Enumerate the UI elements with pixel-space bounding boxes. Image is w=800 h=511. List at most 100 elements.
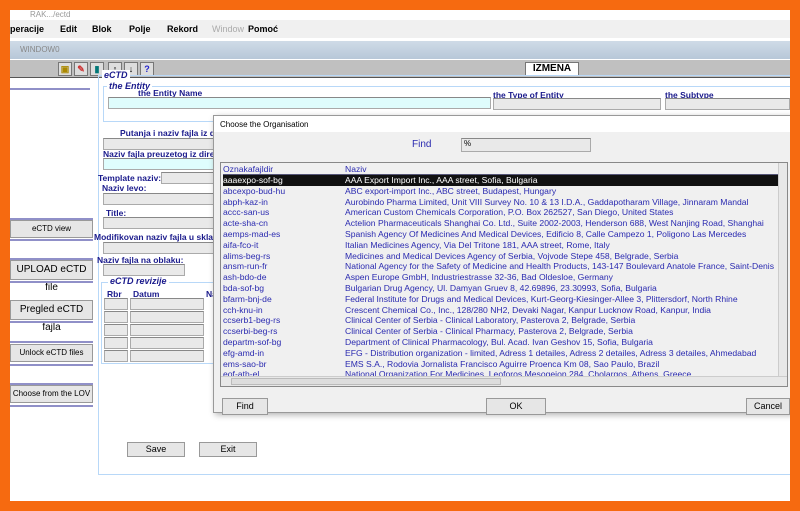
ok-button[interactable]: OK [486,398,546,415]
scroll-thumb[interactable] [231,378,501,385]
rev-cell[interactable] [130,298,204,310]
vertical-scrollbar[interactable] [778,163,787,376]
rev-cell[interactable] [104,350,128,362]
rev-cell[interactable] [104,298,128,310]
org-name: Clinical Center of Serbia - Clinical Lab… [345,315,636,326]
help-icon[interactable]: ? [140,62,154,76]
org-code: abcexpo-bud-hu [223,185,286,196]
list-header: Oznakafajldir Naziv [223,164,779,175]
find-button[interactable]: Find [222,398,268,415]
org-name: Actelion Pharmaceuticals Shanghai Co. Lt… [345,218,764,229]
org-name: Department of Clinical Pharmacology, Bul… [345,337,653,347]
list-item[interactable]: ccserb1-beg-rs Clinical Center of Serbia … [223,315,779,326]
list-item[interactable]: ems-sao-br EMS S.A., Rodovia Jornalista F… [223,359,779,370]
find-input[interactable]: % [461,138,591,152]
application-window: RAK.../ectd peracije Edit Blok Polje Rek… [10,10,790,501]
rev-cell[interactable] [104,337,128,349]
divider [10,281,93,283]
list-item[interactable]: aemps-mad-es Spanish Agency Of Medicines … [223,229,779,240]
list-item[interactable]: ccserbi-beg-rs Clinical Center of Serbia … [223,326,779,337]
save-button[interactable]: Save [127,442,185,457]
list-item[interactable]: bda-sof-bg Bulgarian Drug Agency, Ul. Dam… [223,283,779,294]
unlock-ectd-button[interactable]: Unlock eCTD files [10,344,93,362]
ectd-frame-title: eCTD [102,70,130,80]
list-item[interactable]: ansm-run-fr National Agency for the Safet… [223,261,779,272]
org-code: ccserbi-beg-rs [223,326,278,337]
list-item[interactable]: cch-knu-in Crescent Chemical Co., Inc., 1… [223,305,779,316]
org-name: American Custom Chemicals Corporation, P… [345,207,674,218]
org-code: alims-beg-rs [223,250,271,261]
org-name: EMS S.A., Rodovia Jornalista Francisco A… [345,358,660,369]
org-name: EFG - Distribution organization - limite… [345,347,757,358]
menu-window: Window [212,24,245,34]
org-name: ABC export-import Inc., ABC street, Buda… [345,185,557,196]
revizije-frame-title: eCTD revizije [108,276,169,286]
list-item[interactable]: bfarm-bnj-de Federal Institute for Drugs … [223,294,779,305]
list-item[interactable]: ash-bdo-de Aspen Europe GmbH, Industriest… [223,272,779,283]
menu-edit[interactable]: Edit [60,24,77,34]
column-header-code[interactable]: Oznakafajldir [223,164,273,174]
menu-operacije[interactable]: peracije [10,24,44,34]
exit-button[interactable]: Exit [199,442,257,457]
putanja-label: Putanja i naziv fajla iz d [120,128,215,138]
rev-cell[interactable] [130,311,204,323]
column-header-name[interactable]: Naziv [345,164,367,174]
rev-cell[interactable] [104,311,128,323]
list-item[interactable]: efg-amd-in EFG - Distribution organizatio… [223,348,779,359]
rev-cell[interactable] [104,324,128,336]
org-name: Aurobindo Pharma Limited, Unit VIII Surv… [345,196,749,207]
org-name: Clinical Center of Serbia - Clinical Pha… [345,326,633,337]
list-item[interactable]: abph-kaz-in Aurobindo Pharma Limited, Uni… [223,197,779,208]
window-title: RAK.../ectd [30,10,71,19]
menu-blok[interactable]: Blok [92,24,112,34]
org-name: National Agency for the Safety of Medici… [345,261,774,272]
horizontal-scrollbar[interactable] [221,376,787,386]
menu-pomoc[interactable]: Pomoć [248,24,278,34]
choose-lov-button[interactable]: Choose from the LOV [10,385,93,403]
org-name: AAA Export Import Inc., AAA street, Sofi… [345,175,538,185]
modifikovan-input[interactable] [103,242,223,254]
template-label: Template naziv: [98,173,162,183]
org-code: acte-sha-cn [223,218,268,229]
divider [10,239,93,241]
entity-name-input[interactable] [108,97,491,109]
list-item[interactable]: abcexpo-bud-hu ABC export-import Inc., AB… [223,186,779,197]
rev-cell[interactable] [130,337,204,349]
modifikovan-label: Modifikovan naziv fajla u sklad [94,232,219,242]
choose-organisation-dialog: Choose the Organisation Find % Oznakafaj… [213,115,790,415]
list-item[interactable]: departm-sof-bg Department of Clinical Pha… [223,337,779,348]
divider [10,88,90,90]
find-label: Find [412,139,432,150]
rev-cell[interactable] [130,350,204,362]
oblak-input[interactable] [103,264,185,276]
org-code: aemps-mad-es [223,229,281,239]
cancel-button[interactable]: Cancel [746,398,790,415]
org-code: ansm-run-fr [223,261,268,272]
list-item[interactable]: aaaexpo-sof-bg AAA Export Import Inc., AA… [223,175,779,186]
org-code: abph-kaz-in [223,196,268,207]
list-item[interactable]: alims-beg-rs Medicines and Medical Device… [223,251,779,262]
list-item[interactable]: aifa-fco-it Italian Medicines Agency, Via… [223,240,779,251]
org-code: ems-sao-br [223,358,267,369]
menu-polje[interactable]: Polje [129,24,151,34]
entity-subtype-input[interactable] [665,98,790,110]
save-icon[interactable]: ▣ [58,62,72,76]
title-input[interactable] [103,217,223,229]
mode-indicator: IZMENA [525,62,579,76]
pregled-ectd-button[interactable]: Pregled eCTD fajla [10,300,93,333]
naziv-levo-input[interactable] [103,193,223,205]
org-code: aifa-fco-it [223,239,259,250]
mdi-title: WINDOW0 [10,41,790,59]
ectd-view-button[interactable]: eCTD view [10,220,93,238]
list-item[interactable]: accc-san-us American Custom Chemicals Cor… [223,207,779,218]
entity-type-input[interactable] [493,98,661,110]
menu-rekord[interactable]: Rekord [167,24,198,34]
upload-ectd-button[interactable]: UPLOAD eCTD file [10,260,93,293]
org-code: ccserb1-beg-rs [223,315,281,326]
naziv-fajla-dir-input[interactable] [103,158,223,170]
clear-icon[interactable]: ✎ [74,62,88,76]
rev-cell[interactable] [130,324,204,336]
divider [10,321,93,323]
org-code: aaaexpo-sof-bg [223,175,283,185]
list-item[interactable]: acte-sha-cn Actelion Pharmaceuticals Shan… [223,218,779,229]
